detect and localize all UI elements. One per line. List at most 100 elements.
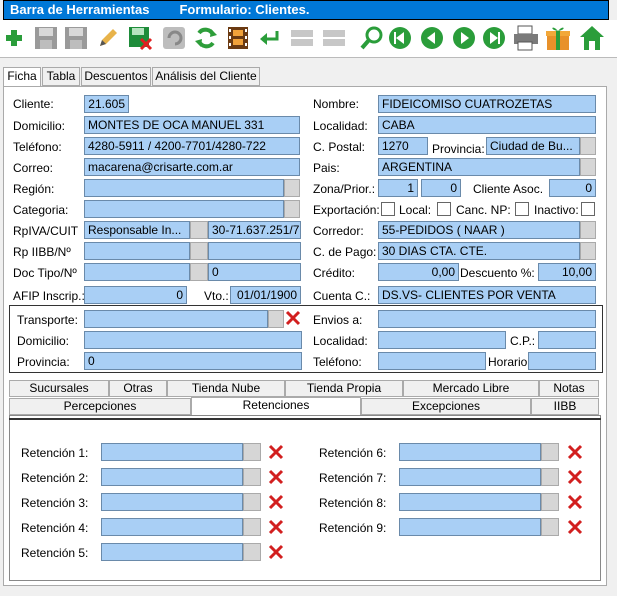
tab-descuentos[interactable]: Descuentos: [81, 67, 151, 86]
retencion-6-field[interactable]: [399, 443, 541, 461]
retencion-3-field[interactable]: [101, 493, 243, 511]
vto-field[interactable]: 01/01/1900: [230, 286, 301, 304]
add-button[interactable]: [0, 24, 28, 52]
exportacion-checkbox[interactable]: [381, 202, 395, 216]
film-button[interactable]: [224, 24, 252, 52]
retencion-6-clear-icon[interactable]: [566, 443, 584, 461]
subtab-tienda-propia[interactable]: Tienda Propia: [285, 380, 403, 397]
transport-localidad-field[interactable]: [378, 331, 506, 349]
corredor-dropdown-button[interactable]: [580, 221, 596, 239]
subtab-notas[interactable]: Notas: [539, 380, 599, 397]
first-button[interactable]: [386, 24, 414, 52]
home-button[interactable]: [578, 24, 606, 52]
prior-field[interactable]: 0: [421, 179, 461, 197]
retencion-7-field[interactable]: [399, 468, 541, 486]
tab-ficha[interactable]: Ficha: [3, 67, 41, 87]
refresh-button[interactable]: [192, 24, 220, 52]
subtab-percepciones[interactable]: Percepciones: [9, 398, 191, 415]
cpostal-field[interactable]: 1270: [378, 137, 428, 155]
edit-button[interactable]: [94, 24, 122, 52]
doc-type-dropdown-button[interactable]: [190, 263, 208, 281]
subtab-mercado-libre[interactable]: Mercado Libre: [403, 380, 539, 397]
cpago-field[interactable]: 30 DIAS CTA. CTE.: [378, 242, 580, 260]
domicilio-field[interactable]: MONTES DE OCA MANUEL 331: [84, 116, 300, 134]
gift-button[interactable]: [544, 24, 572, 52]
doc-number-field[interactable]: 0: [208, 263, 301, 281]
rpiibb-field[interactable]: [84, 242, 190, 260]
telefono-field[interactable]: 4280-5911 / 4200-7701/4280-722: [84, 137, 300, 155]
save-button[interactable]: [32, 24, 60, 52]
subtab-excepciones[interactable]: Excepciones: [361, 398, 531, 415]
retencion-2-clear-icon[interactable]: [267, 468, 285, 486]
retencion-1-clear-icon[interactable]: [267, 443, 285, 461]
retencion-2-dropdown-button[interactable]: [243, 468, 261, 486]
prev-button[interactable]: [418, 24, 446, 52]
retencion-9-dropdown-button[interactable]: [541, 518, 559, 536]
retencion-4-field[interactable]: [101, 518, 243, 536]
retencion-9-field[interactable]: [399, 518, 541, 536]
subtab-tienda-nube[interactable]: Tienda Nube: [167, 380, 285, 397]
categoria-dropdown-button[interactable]: [284, 200, 300, 218]
descuento-field[interactable]: 10,00: [538, 263, 596, 281]
retencion-9-clear-icon[interactable]: [566, 518, 584, 536]
subtab-retenciones[interactable]: Retenciones: [191, 397, 361, 416]
retencion-1-field[interactable]: [101, 443, 243, 461]
undo-button[interactable]: [160, 24, 188, 52]
retencion-2-field[interactable]: [101, 468, 243, 486]
subtab-sucursales[interactable]: Sucursales: [9, 380, 109, 397]
transport-provincia-field[interactable]: 0: [84, 352, 302, 370]
last-button[interactable]: [480, 24, 508, 52]
transport-domicilio-field[interactable]: [84, 331, 302, 349]
grid-button[interactable]: [288, 24, 316, 52]
retencion-8-dropdown-button[interactable]: [541, 493, 559, 511]
delete-save-button[interactable]: [126, 24, 154, 52]
cpago-dropdown-button[interactable]: [580, 242, 596, 260]
save-all-button[interactable]: [62, 24, 90, 52]
corredor-field[interactable]: 55-PEDIDOS ( NAAR ): [378, 221, 580, 239]
region-field[interactable]: [84, 179, 284, 197]
correo-field[interactable]: macarena@crisarte.com.ar: [84, 158, 300, 176]
rpiva-field[interactable]: Responsable In...: [84, 221, 190, 239]
credito-field[interactable]: 0,00: [378, 263, 459, 281]
retencion-4-dropdown-button[interactable]: [243, 518, 261, 536]
rpiibb-number-field[interactable]: [208, 242, 301, 260]
transport-telefono-field[interactable]: [378, 352, 486, 370]
region-dropdown-button[interactable]: [284, 179, 300, 197]
localidad-field[interactable]: CABA: [378, 116, 596, 134]
print-button[interactable]: [512, 24, 540, 52]
retencion-3-dropdown-button[interactable]: [243, 493, 261, 511]
canc-np-checkbox[interactable]: [515, 202, 529, 216]
provincia-dropdown-button[interactable]: [580, 137, 596, 155]
cliente-field[interactable]: 21.605: [84, 95, 129, 113]
pais-dropdown-button[interactable]: [580, 158, 596, 176]
cuentac-field[interactable]: DS.VS- CLIENTES POR VENTA: [378, 286, 596, 304]
return-button[interactable]: [256, 24, 284, 52]
pais-field[interactable]: ARGENTINA: [378, 158, 580, 176]
transport-cp-field[interactable]: [538, 331, 596, 349]
retencion-8-clear-icon[interactable]: [566, 493, 584, 511]
afip-field[interactable]: 0: [84, 286, 187, 304]
rpiva-dropdown-button[interactable]: [190, 221, 208, 239]
categoria-field[interactable]: [84, 200, 284, 218]
retencion-5-clear-icon[interactable]: [267, 543, 285, 561]
cuit-field[interactable]: 30-71.637.251/7: [208, 221, 301, 239]
retencion-8-field[interactable]: [399, 493, 541, 511]
transport-horario-field[interactable]: [528, 352, 596, 370]
local-checkbox[interactable]: [437, 202, 451, 216]
inactivo-checkbox[interactable]: [581, 202, 595, 216]
search-button[interactable]: [358, 24, 386, 52]
cliente-asoc-field[interactable]: 0: [549, 179, 596, 197]
retencion-5-dropdown-button[interactable]: [243, 543, 261, 561]
envios-field[interactable]: [378, 310, 596, 328]
retencion-3-clear-icon[interactable]: [267, 493, 285, 511]
tab-tabla[interactable]: Tabla: [42, 67, 80, 86]
retencion-7-dropdown-button[interactable]: [541, 468, 559, 486]
provincia-field[interactable]: Ciudad de Bu...: [486, 137, 580, 155]
nombre-field[interactable]: FIDEICOMISO CUATROZETAS: [378, 95, 596, 113]
retencion-6-dropdown-button[interactable]: [541, 443, 559, 461]
retencion-7-clear-icon[interactable]: [566, 468, 584, 486]
subtab-iibb[interactable]: IIBB: [531, 398, 599, 415]
transporte-dropdown-button[interactable]: [268, 310, 284, 328]
zona-field[interactable]: 1: [378, 179, 418, 197]
doc-type-field[interactable]: [84, 263, 190, 281]
